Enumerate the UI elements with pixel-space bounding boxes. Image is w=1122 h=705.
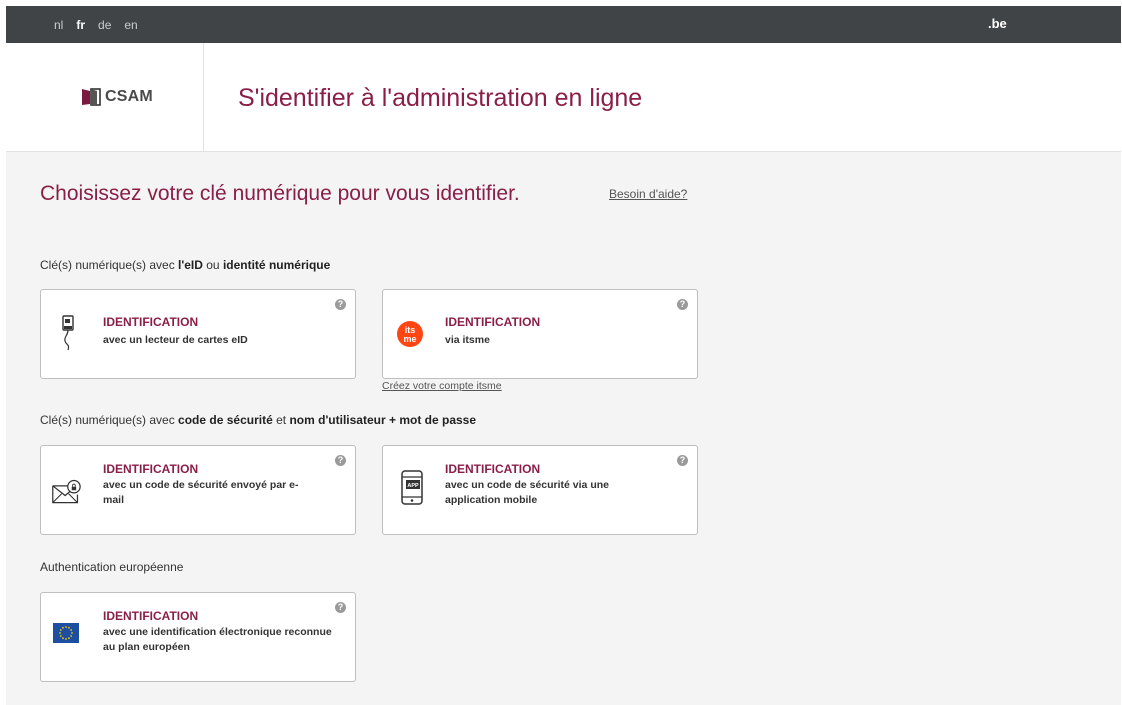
- card-title: IDENTIFICATION: [103, 609, 199, 623]
- eu-flag-icon: [53, 623, 79, 643]
- section-eid-label: Clé(s) numérique(s) avec l'eID ou identi…: [40, 258, 331, 272]
- help-circle-icon[interactable]: ?: [677, 299, 688, 310]
- help-circle-icon[interactable]: ?: [677, 455, 688, 466]
- app-icon-text: APP: [407, 483, 419, 489]
- lang-de[interactable]: de: [98, 18, 111, 32]
- itsme-create-account-link[interactable]: Créez votre compte itsme: [382, 380, 502, 392]
- email-lock-icon: [51, 472, 81, 512]
- help-circle-icon[interactable]: ?: [335, 602, 346, 613]
- itsme-icon-bottom: me: [403, 334, 416, 344]
- card-title: IDENTIFICATION: [103, 315, 199, 329]
- card-mobile-app-code[interactable]: APP IDENTIFICATION avec un code de sécur…: [382, 445, 698, 535]
- card-subtitle: avec un lecteur de cartes eID: [103, 334, 248, 346]
- logo-cell: CSAM: [6, 43, 204, 151]
- top-bar: nl fr de en .be: [6, 6, 1121, 43]
- page: nl fr de en .be CSAM S'identifier à l'ad…: [0, 0, 1122, 705]
- be-domain-label[interactable]: .be: [988, 16, 1007, 31]
- card-title: IDENTIFICATION: [103, 462, 199, 476]
- itsme-icon: its me: [395, 314, 425, 354]
- card-email-code[interactable]: IDENTIFICATION avec un code de sécurité …: [40, 445, 356, 535]
- csam-door-icon: [82, 88, 101, 106]
- csam-logo[interactable]: CSAM: [81, 88, 153, 106]
- main-content: Choisissez votre clé numérique pour vous…: [6, 152, 1121, 705]
- page-title: S'identifier à l'administration en ligne: [238, 84, 643, 112]
- header: CSAM S'identifier à l'administration en …: [6, 43, 1121, 152]
- help-link[interactable]: Besoin d'aide?: [609, 187, 687, 201]
- logo-text: CSAM: [105, 88, 153, 105]
- help-circle-icon[interactable]: ?: [335, 299, 346, 310]
- section-european-label: Authentication européenne: [40, 560, 184, 574]
- card-eu-identification[interactable]: IDENTIFICATION avec une identification é…: [40, 592, 356, 682]
- card-eid-reader[interactable]: IDENTIFICATION avec un lecteur de cartes…: [40, 289, 356, 379]
- lang-fr[interactable]: fr: [76, 18, 85, 32]
- language-selector: nl fr de en: [54, 18, 151, 32]
- main-heading: Choisissez votre clé numérique pour vous…: [40, 182, 520, 205]
- card-reader-icon: [53, 314, 83, 354]
- help-circle-icon[interactable]: ?: [335, 455, 346, 466]
- section-security-code-label: Clé(s) numérique(s) avec code de sécurit…: [40, 413, 477, 427]
- card-title: IDENTIFICATION: [445, 315, 541, 329]
- card-itsme[interactable]: its me IDENTIFICATION via itsme ?: [382, 289, 698, 379]
- card-subtitle: avec un code de sécurité envoyé par e-ma…: [103, 479, 299, 506]
- card-subtitle: avec une identification électronique rec…: [103, 626, 332, 653]
- card-title: IDENTIFICATION: [445, 462, 541, 476]
- lang-nl[interactable]: nl: [54, 18, 63, 32]
- card-subtitle: via itsme: [445, 334, 490, 346]
- mobile-app-icon: APP: [397, 468, 427, 508]
- card-subtitle: avec un code de sécurité via une applica…: [445, 479, 609, 506]
- lang-en[interactable]: en: [124, 18, 137, 32]
